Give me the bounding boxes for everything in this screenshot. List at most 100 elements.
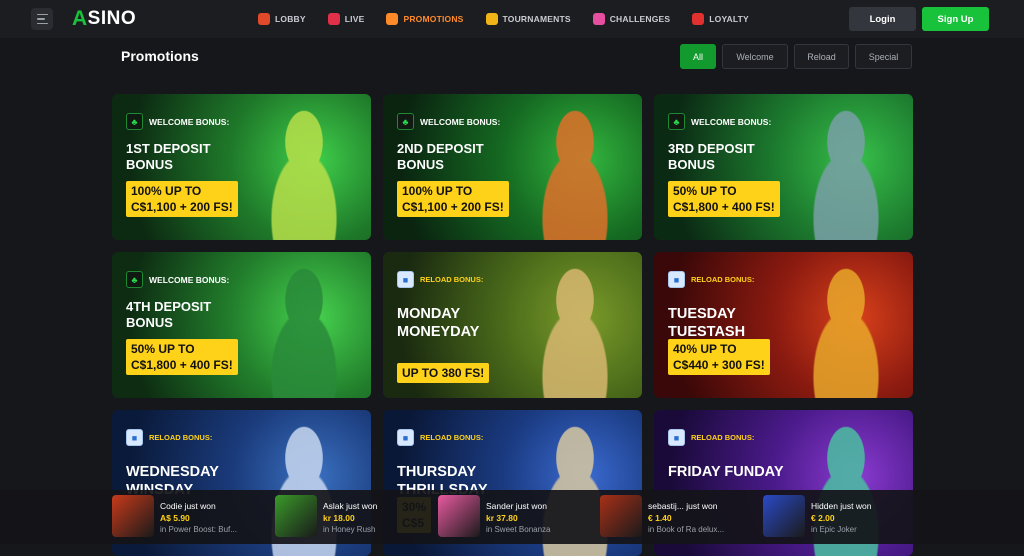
offer-badge: 50% UP TO C$1,800 + 400 FS!: [668, 181, 780, 217]
promotions-grid: ♣ WELCOME BONUS: 1ST DEPOSIT BONUS 100% UP …: [112, 94, 914, 556]
gift-box-icon: ■: [397, 429, 414, 446]
promo-card[interactable]: ♣ WELCOME BONUS: 2ND DEPOSIT BONUS 100% UP …: [383, 94, 642, 240]
game-name: in Power Boost: Buf...: [160, 524, 237, 534]
gift-box-icon: ■: [668, 271, 685, 288]
win-amount: € 2.00: [811, 512, 835, 523]
promo-card[interactable]: ♣ WELCOME BONUS: 1ST DEPOSIT BONUS 100% UP …: [112, 94, 371, 240]
promo-title: 1ST DEPOSIT BONUS: [126, 141, 211, 172]
filter-welcome[interactable]: Welcome: [722, 44, 788, 69]
tournaments-icon: [485, 13, 498, 25]
clover-icon: ♣: [126, 271, 143, 288]
nav-promotions[interactable]: PROMOTIONS: [386, 13, 463, 25]
challenges-icon: [592, 13, 605, 25]
win-item[interactable]: Aslak just won kr 18.00 in Honey Rush: [275, 495, 377, 539]
win-amount: € 1.40: [648, 512, 672, 523]
clover-icon: ♣: [126, 113, 143, 130]
gift-box-icon: ■: [397, 271, 414, 288]
gift-box-icon: ■: [668, 429, 685, 446]
promo-title: FRIDAY FUNDAY: [668, 464, 784, 480]
offer-line-2: C$1,100 + 200 FS!: [131, 200, 233, 214]
bonus-tag-label: RELOAD BONUS:: [691, 275, 755, 284]
bonus-tag: ■ RELOAD BONUS:: [668, 271, 754, 288]
win-item[interactable]: sebastij... just won € 1.40 in Book of Ra …: [600, 495, 724, 539]
clover-icon: ♣: [668, 113, 685, 130]
main-nav: LOBBY LIVE PROMOTIONS TOURNAMENTS CHALLENGES…: [258, 0, 749, 38]
offer-line-1: 50% UP TO: [673, 184, 737, 198]
winner-name: Codie just won: [160, 500, 216, 511]
nav-loyalty[interactable]: LOYALTY: [692, 13, 749, 25]
nav-lobby[interactable]: LOBBY: [258, 13, 306, 25]
offer-line-1: 40% UP TO: [673, 342, 737, 356]
bonus-tag: ♣ WELCOME BONUS:: [126, 113, 229, 130]
win-item[interactable]: Codie just won A$ 5.90 in Power Boost: Buf…: [112, 495, 237, 539]
promo-title: TUESDAY TUESTASH: [668, 306, 746, 340]
offer-line-2: C$1,100 + 200 FS!: [402, 200, 504, 214]
site-logo[interactable]: A SINO: [72, 7, 136, 30]
gift-box-icon: ■: [126, 429, 143, 446]
game-thumbnail[interactable]: [275, 495, 317, 537]
game-name: in Sweet Bonanza: [486, 524, 551, 534]
nav-live[interactable]: LIVE: [327, 13, 365, 25]
promotions-icon: [386, 13, 399, 25]
bonus-tag-label: RELOAD BONUS:: [420, 275, 484, 284]
promo-title: 4TH DEPOSIT BONUS: [126, 299, 212, 330]
game-thumbnail[interactable]: [438, 495, 480, 537]
logo-mark: A: [72, 7, 88, 30]
promo-title: 2ND DEPOSIT BONUS: [397, 141, 484, 172]
game-name: in Honey Rush: [323, 524, 376, 534]
bonus-tag-label: WELCOME BONUS:: [420, 116, 501, 127]
winner-name: sebastij... just won: [648, 500, 718, 511]
bonus-tag: ■ RELOAD BONUS:: [668, 429, 754, 446]
nav-challenges[interactable]: CHALLENGES: [592, 13, 671, 25]
bonus-tag: ♣ WELCOME BONUS:: [397, 113, 500, 130]
bonus-tag-label: WELCOME BONUS:: [149, 274, 230, 285]
win-item[interactable]: Sander just won kr 37.80 in Sweet Bonanza: [438, 495, 551, 539]
loyalty-icon: [692, 13, 705, 25]
nav-label: LOYALTY: [709, 14, 749, 24]
game-thumbnail[interactable]: [600, 495, 642, 537]
nav-label: LIVE: [344, 14, 365, 24]
character-illustration: [245, 100, 363, 240]
win-amount: kr 37.80: [486, 512, 518, 523]
promo-card[interactable]: ♣ WELCOME BONUS: 4TH DEPOSIT BONUS 50% UP T…: [112, 252, 371, 398]
character-illustration: [516, 100, 634, 240]
game-name: in Epic Joker: [811, 524, 857, 534]
offer-line-2: C$1,800 + 400 FS!: [131, 358, 233, 372]
offer-badge: 40% UP TO C$440 + 300 FS!: [668, 339, 770, 375]
winner-name: Aslak just won: [323, 500, 378, 511]
offer-line-2: C$1,800 + 400 FS!: [673, 200, 775, 214]
nav-tournaments[interactable]: TOURNAMENTS: [485, 13, 571, 25]
offer-line-1: 100% UP TO: [131, 184, 202, 198]
promo-card[interactable]: ♣ WELCOME BONUS: 3RD DEPOSIT BONUS 50% UP T…: [654, 94, 913, 240]
top-bar: A SINO LOBBY LIVE PROMOTIONS TOURNAMENTS CHA…: [0, 0, 1024, 38]
bonus-tag: ■ RELOAD BONUS:: [126, 429, 212, 446]
offer-badge: UP TO 380 FS!: [397, 363, 490, 383]
clover-icon: ♣: [397, 113, 414, 130]
signup-button[interactable]: Sign Up: [922, 7, 989, 31]
filter-reload[interactable]: Reload: [794, 44, 849, 69]
offer-badge: 50% UP TO C$1,800 + 400 FS!: [126, 339, 238, 375]
promo-card[interactable]: ■ RELOAD BONUS: TUESDAY TUESTASH 40% UP TO C…: [654, 252, 913, 398]
offer-line-1: 100% UP TO: [402, 184, 473, 198]
nav-label: PROMOTIONS: [403, 14, 464, 24]
page-title: Promotions: [121, 48, 199, 64]
bonus-tag: ■ RELOAD BONUS:: [397, 271, 483, 288]
login-button[interactable]: Login: [849, 7, 916, 31]
win-amount: kr 18.00: [323, 512, 355, 523]
win-info: sebastij... just won € 1.40 in Book of Ra …: [648, 495, 724, 539]
game-thumbnail[interactable]: [763, 495, 805, 537]
promotion-filters: All Welcome Reload Special: [680, 44, 912, 69]
promo-card[interactable]: ■ RELOAD BONUS: MONDAY MONEYDAY UP TO 380 F…: [383, 252, 642, 398]
game-thumbnail[interactable]: [112, 495, 154, 537]
bonus-tag-label: RELOAD BONUS:: [149, 433, 213, 442]
win-item[interactable]: Hidden just won € 2.00 in Epic Joker: [763, 495, 871, 539]
filter-all[interactable]: All: [680, 44, 716, 69]
game-name: in Book of Ra delux...: [648, 524, 725, 534]
menu-icon[interactable]: [31, 8, 53, 30]
nav-label: CHALLENGES: [609, 14, 671, 24]
winner-name: Hidden just won: [811, 500, 872, 511]
win-info: Aslak just won kr 18.00 in Honey Rush: [323, 495, 377, 539]
recent-wins-ticker: Codie just won A$ 5.90 in Power Boost: Buf…: [0, 490, 1024, 544]
character-illustration: [245, 258, 363, 398]
filter-special[interactable]: Special: [855, 44, 912, 69]
